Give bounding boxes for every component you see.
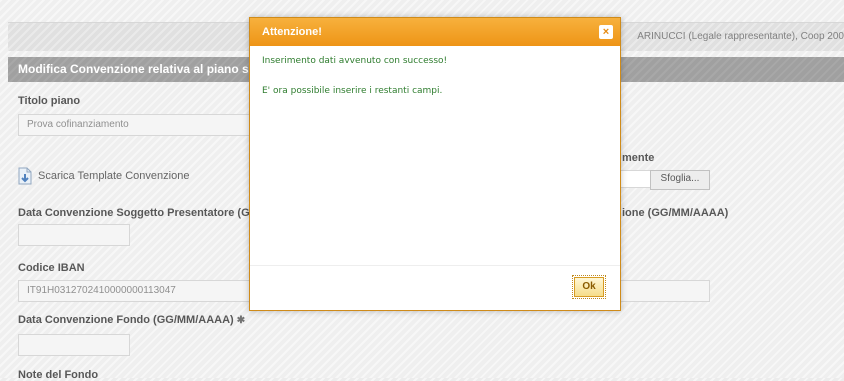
dialog-titlebar: Attenzione! ×: [250, 18, 620, 46]
dialog-footer: Ok: [250, 265, 620, 310]
dialog-body: Inserimento dati avvenuto con successo! …: [250, 46, 620, 266]
alert-dialog: Attenzione! × Inserimento dati avvenuto …: [249, 17, 621, 311]
dialog-title: Attenzione!: [262, 26, 322, 38]
info-message: E' ora possibile inserire i restanti cam…: [262, 86, 443, 96]
success-message: Inserimento dati avvenuto con successo!: [262, 56, 448, 66]
ok-button[interactable]: Ok: [572, 275, 606, 299]
close-icon[interactable]: ×: [599, 25, 613, 39]
